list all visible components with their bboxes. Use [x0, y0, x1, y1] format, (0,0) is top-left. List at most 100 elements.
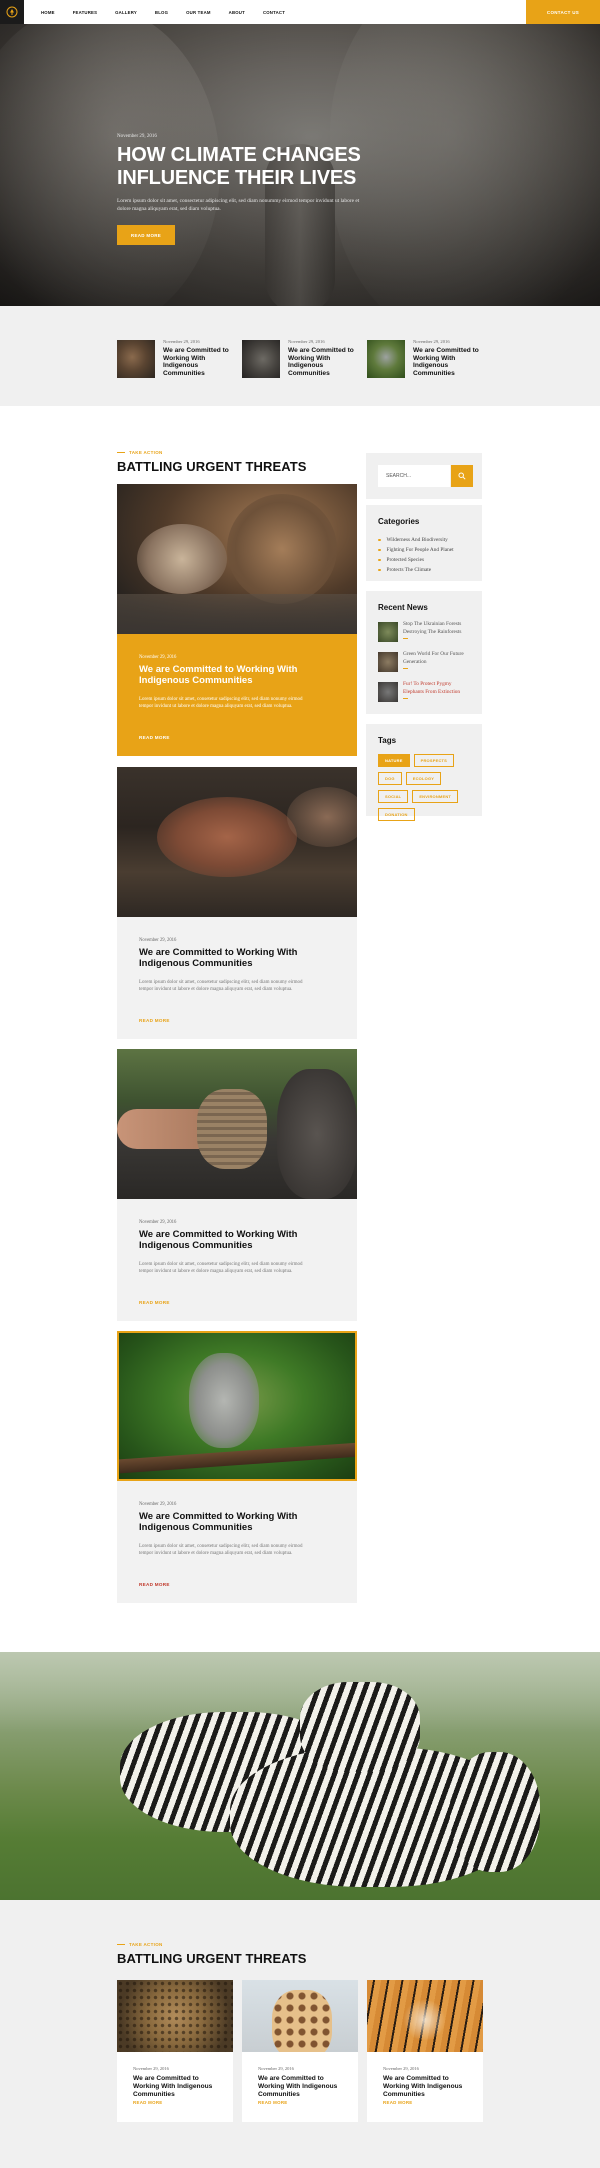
news-title[interactable]: Green World For Our Future Generation	[403, 651, 473, 666]
post-excerpt: Lorem ipsum dolor sit amet, consetetur s…	[139, 1262, 303, 1275]
news-thumb	[378, 652, 398, 672]
post-card: November 29, 2016 We are Committed to Wo…	[117, 484, 357, 756]
tag[interactable]: PROSPECTS	[413, 754, 455, 767]
post-image-monkeys[interactable]	[117, 484, 357, 634]
card-date: November 29, 2016	[383, 2066, 419, 2071]
featured-title[interactable]: We are Committed to Working With Indigen…	[163, 347, 239, 377]
post-date: November 29, 2016	[139, 938, 177, 943]
tag[interactable]: ECOLOGY	[405, 772, 442, 785]
featured-thumb-monkeys	[117, 340, 155, 378]
featured-date: November 29, 2016	[413, 339, 450, 344]
featured-post[interactable]: November 29, 2016 We are Committed to Wo…	[242, 336, 364, 378]
post-card-body: November 29, 2016 We are Committed to Wo…	[117, 917, 357, 1039]
top-navbar: HOME FEATURES GALLERY BLOG OUR TEAM ABOU…	[0, 0, 600, 24]
post-title[interactable]: We are Committed to Working With Indigen…	[139, 1511, 339, 1533]
tag[interactable]: DOG	[378, 772, 402, 785]
nav-blog[interactable]: BLOG	[155, 10, 168, 15]
post-title[interactable]: We are Committed to Working With Indigen…	[139, 664, 339, 686]
category-item[interactable]: Wilderness And Biodiversity	[378, 535, 454, 545]
tree-icon	[6, 6, 18, 18]
section-eyebrow: TAKE ACTION	[117, 450, 163, 455]
post-date: November 29, 2016	[139, 1502, 177, 1507]
bottom-section: TAKE ACTION BATTLING URGENT THREATS Nove…	[0, 1900, 600, 2168]
tags-cloud: NATURE PROSPECTS DOG ECOLOGY SOCIAL ENVI…	[378, 754, 474, 821]
zebra-figure	[300, 1682, 420, 1772]
zebra-figure	[450, 1752, 540, 1872]
featured-post[interactable]: November 29, 2016 We are Committed to Wo…	[117, 336, 239, 378]
post-title[interactable]: We are Committed to Working With Indigen…	[139, 1229, 339, 1251]
tag[interactable]: ENVIRONMENT	[412, 790, 459, 803]
hero-title: HOW CLIMATE CHANGES INFLUENCE THEIR LIVE…	[117, 144, 361, 189]
card-title[interactable]: We are Committed to Working With Indigen…	[383, 2075, 473, 2099]
nav-our-team[interactable]: OUR TEAM	[186, 10, 211, 15]
news-item[interactable]: Stop The Ukrainian Forests Destroying Th…	[378, 621, 478, 647]
search-input[interactable]: SEARCH...	[378, 465, 450, 487]
nav-contact[interactable]: CONTACT	[263, 10, 285, 15]
card-date: November 29, 2016	[258, 2066, 294, 2071]
news-thumb	[378, 622, 398, 642]
nav-about[interactable]: ABOUT	[229, 10, 245, 15]
tag[interactable]: DONATION	[378, 808, 415, 821]
post-card-body: November 29, 2016 We are Committed to Wo…	[117, 1199, 357, 1321]
featured-date: November 29, 2016	[288, 339, 325, 344]
section-title: BATTLING URGENT THREATS	[117, 459, 307, 474]
post-date: November 29, 2016	[139, 1220, 177, 1225]
post-excerpt: Lorem ipsum dolor sit amet, consetetur s…	[139, 697, 303, 710]
news-thumb	[378, 682, 398, 702]
post-image-elephant-feeding[interactable]	[117, 1049, 357, 1199]
category-item[interactable]: Fighting For People And Planet	[378, 545, 454, 555]
bottom-card: November 29, 2016 We are Committed to Wo…	[242, 1980, 358, 2122]
tag[interactable]: SOCIAL	[378, 790, 409, 803]
post-date: November 29, 2016	[139, 655, 177, 660]
read-more-link[interactable]: READ MORE	[258, 2100, 288, 2105]
read-more-link[interactable]: READ MORE	[139, 1582, 170, 1587]
hero-banner: November 29, 2016 HOW CLIMATE CHANGES IN…	[0, 24, 600, 306]
categories-list: Wilderness And Biodiversity Fighting For…	[378, 535, 454, 575]
post-card: November 29, 2016 We are Committed to Wo…	[117, 767, 357, 1039]
featured-posts-strip: November 29, 2016 We are Committed to Wo…	[0, 306, 600, 406]
post-card-body: November 29, 2016 We are Committed to Wo…	[117, 634, 357, 756]
post-image-koala[interactable]	[117, 1331, 357, 1481]
post-card: November 29, 2016 We are Committed to Wo…	[117, 1049, 357, 1321]
nav-menu: HOME FEATURES GALLERY BLOG OUR TEAM ABOU…	[41, 0, 303, 24]
contact-us-button[interactable]: CONTACT US	[526, 0, 600, 24]
search-button[interactable]	[451, 465, 473, 487]
bottom-image-giraffe[interactable]	[242, 1980, 358, 2052]
news-title[interactable]: Fur! To Protect Pygmy Elephants From Ext…	[403, 681, 473, 696]
read-more-link[interactable]: READ MORE	[139, 735, 170, 740]
hero-text: Lorem ipsum dolor sit amet, consectetur …	[117, 198, 360, 212]
zebra-banner-image	[0, 1652, 600, 1900]
card-title[interactable]: We are Committed to Working With Indigen…	[258, 2075, 348, 2099]
category-item[interactable]: Protects The Climate	[378, 565, 454, 575]
featured-thumb-elephants	[242, 340, 280, 378]
read-more-link[interactable]: READ MORE	[133, 2100, 163, 2105]
category-item[interactable]: Protected Species	[378, 555, 454, 565]
featured-title[interactable]: We are Committed to Working With Indigen…	[413, 347, 489, 377]
featured-thumb-koala	[367, 340, 405, 378]
post-title[interactable]: We are Committed to Working With Indigen…	[139, 947, 339, 969]
news-divider	[403, 638, 408, 639]
post-card-body: November 29, 2016 We are Committed to Wo…	[117, 1481, 357, 1603]
post-excerpt: Lorem ipsum dolor sit amet, consetetur s…	[139, 980, 303, 993]
logo[interactable]	[0, 0, 24, 24]
news-item[interactable]: Fur! To Protect Pygmy Elephants From Ext…	[378, 681, 478, 707]
news-title[interactable]: Stop The Ukrainian Forests Destroying Th…	[403, 621, 473, 636]
sidebar-categories: Categories Wilderness And Biodiversity F…	[366, 505, 482, 581]
nav-features[interactable]: FEATURES	[73, 10, 97, 15]
post-excerpt: Lorem ipsum dolor sit amet, consetetur s…	[139, 1544, 303, 1557]
tag[interactable]: NATURE	[378, 754, 410, 767]
card-title[interactable]: We are Committed to Working With Indigen…	[133, 2075, 223, 2099]
bottom-image-tiger[interactable]	[367, 1980, 483, 2052]
featured-post[interactable]: November 29, 2016 We are Committed to Wo…	[367, 336, 489, 378]
bottom-card: November 29, 2016 We are Committed to Wo…	[117, 1980, 233, 2122]
nav-gallery[interactable]: GALLERY	[115, 10, 137, 15]
read-more-link[interactable]: READ MORE	[383, 2100, 413, 2105]
nav-home[interactable]: HOME	[41, 10, 55, 15]
post-image-boar[interactable]	[117, 767, 357, 917]
bottom-image-leopard[interactable]	[117, 1980, 233, 2052]
read-more-link[interactable]: READ MORE	[139, 1300, 170, 1305]
featured-title[interactable]: We are Committed to Working With Indigen…	[288, 347, 364, 377]
news-item[interactable]: Green World For Our Future Generation	[378, 651, 478, 677]
read-more-link[interactable]: READ MORE	[139, 1018, 170, 1023]
hero-read-more-button[interactable]: READ MORE	[117, 225, 175, 245]
